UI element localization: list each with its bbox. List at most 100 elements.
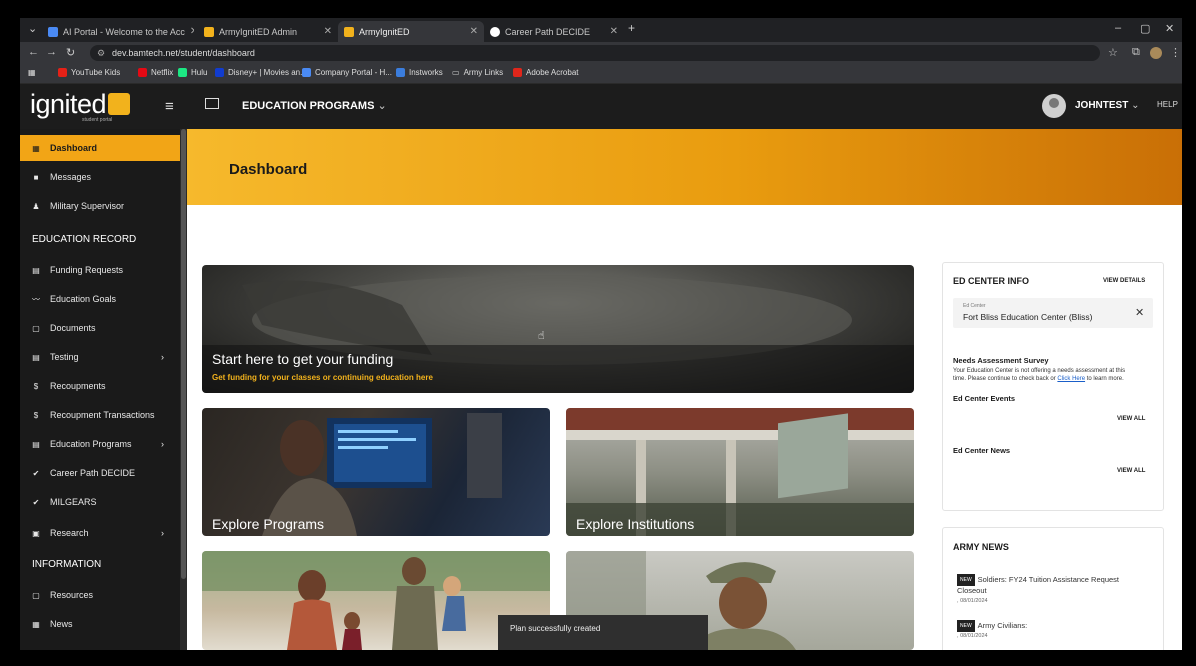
ignited-logo[interactable]: ignited [30,89,131,120]
tab-close-icon[interactable]: ✕ [470,26,478,37]
bookmark-youtube-kids[interactable]: YouTube Kids [58,68,120,77]
explore-programs-card[interactable]: Explore Programs [202,408,550,536]
url-input[interactable]: ⚙ dev.bamtech.net/student/dashboard [90,45,1100,61]
sidebar-item-testing[interactable]: ▤ Testing › [20,344,180,370]
news-view-all-link[interactable]: VIEW ALL [1117,468,1145,474]
sidebar-item-dashboard[interactable]: ▦ Dashboard [20,135,180,161]
needs-assessment-text-1: Your Education Center is not offering a … [953,368,1126,374]
new-tab-button[interactable]: + [628,21,635,35]
bookmark-adobe-acrobat[interactable]: Adobe Acrobat [513,68,578,77]
ed-center-info-panel: ED CENTER INFO VIEW DETAILS Ed Center Fo… [942,262,1164,511]
browser-tab-career-path[interactable]: Career Path DECIDE ✕ [484,21,624,42]
click-here-link[interactable]: Click Here [1057,376,1085,382]
instworks-icon [396,68,405,77]
bookmark-instworks[interactable]: Instworks [396,68,443,77]
needs-assessment-heading: Needs Assessment Survey [953,356,1049,365]
browser-window: ⌄ AI Portal - Welcome to the Acc ✕ ArmyI… [20,18,1182,650]
page-banner: Dashboard [187,129,1182,205]
profile-avatar-icon[interactable] [1150,47,1162,59]
sidebar-item-resources[interactable]: ▢ Resources [20,582,180,608]
bookmark-hulu[interactable]: Hulu [178,68,207,77]
browser-tab-ai-portal[interactable]: AI Portal - Welcome to the Acc ✕ [42,21,194,42]
disney-icon [215,68,224,77]
close-window-icon[interactable]: ✕ [1165,22,1174,35]
bookmark-army-links[interactable]: ▭ Army Links [452,68,503,77]
adobe-acrobat-icon [513,68,522,77]
sidebar-item-documents[interactable]: ▢ Documents [20,315,180,341]
user-avatar[interactable] [1042,94,1066,118]
sidebar-item-recoupments[interactable]: $ Recoupments [20,373,180,399]
explore-institutions-card[interactable]: Explore Institutions [566,408,914,536]
sidebar-item-military-supervisor[interactable]: ♟ Military Supervisor [20,193,180,219]
browser-tab-armyignited[interactable]: ArmyIgnitED ✕ [338,21,484,42]
news-item[interactable]: NEW Army Civilians: [957,620,1027,632]
tab-label: ArmyIgnitED Admin [219,26,298,37]
sidebar-item-news[interactable]: ▦ News [20,611,180,637]
resources-icon: ▢ [32,590,40,600]
sidebar-item-funding-requests[interactable]: ▤ Funding Requests [20,257,180,283]
maximize-icon[interactable]: ▢ [1140,22,1150,35]
sidebar: ▦ Dashboard ■ Messages ♟ Military Superviso… [20,129,180,650]
bookmark-star-icon[interactable]: ☆ [1108,46,1118,59]
checkmark-icon: ✔ [32,468,40,478]
chevron-down-icon: ⌄ [377,100,387,112]
bookmark-netflix[interactable]: Netflix [138,68,173,77]
funding-hero-card[interactable]: Start here to get your funding Get fundi… [202,265,914,393]
events-view-all-link[interactable]: VIEW ALL [1117,416,1145,422]
reload-icon[interactable]: ↻ [66,46,75,59]
tab-favicon-icon [48,26,58,37]
toast-notification: Plan successfully created [498,615,708,650]
research-icon: ▣ [32,528,40,538]
user-menu[interactable]: JOHNTEST ⌄ [1075,100,1140,111]
envelope-icon[interactable] [205,98,219,109]
sidebar-item-career-path-decide[interactable]: ✔ Career Path DECIDE [20,460,180,486]
browser-tab-admin[interactable]: ArmyIgnitED Admin ✕ [198,21,338,42]
people-icon: ♟ [32,201,40,211]
view-details-link[interactable]: VIEW DETAILS [1103,278,1145,284]
sidebar-scrollbar[interactable] [180,129,187,650]
extensions-icon[interactable]: ⧉ [1132,46,1140,59]
back-icon[interactable]: ← [28,46,39,58]
sidebar-item-education-goals[interactable]: 〰 Education Goals [20,286,180,312]
tab-close-icon[interactable]: ✕ [324,26,332,37]
education-programs-menu[interactable]: EDUCATION PROGRAMS ⌄ [242,99,387,112]
document-icon: ▢ [32,323,40,333]
chevron-right-icon: › [161,528,164,538]
messages-icon: ■ [33,172,39,182]
chevron-down-icon: ⌄ [1131,100,1140,111]
sidebar-item-research[interactable]: ▣ Research › [20,520,180,546]
forward-icon[interactable]: → [46,46,57,58]
sidebar-item-milgears[interactable]: ✔ MILGEARS [20,489,180,515]
army-news-heading: ARMY NEWS [953,542,1009,552]
news-item[interactable]: NEW Soldiers: FY24 Tuition Assistance Req… [957,574,1157,596]
netflix-icon [138,68,147,77]
bookmark-disney[interactable]: Disney+ | Movies an... [215,68,307,77]
new-badge: NEW [957,574,975,586]
browser-menu-icon[interactable]: ⋮ [1170,46,1181,59]
sidebar-item-recoupment-transactions[interactable]: $ Recoupment Transactions [20,402,180,428]
sidebar-item-education-programs[interactable]: ▤ Education Programs › [20,431,180,457]
ed-center-select[interactable]: Ed Center Fort Bliss Education Center (B… [953,298,1153,328]
sidebar-item-messages[interactable]: ■ Messages [20,164,180,190]
bookmark-company-portal[interactable]: Company Portal - H... [302,68,392,77]
needs-assessment-text-2: time. Please continue to check back or C… [953,376,1124,382]
company-portal-icon [302,68,311,77]
tab-close-icon[interactable]: ✕ [610,26,618,37]
ed-center-field-value: Fort Bliss Education Center (Bliss) [963,312,1093,322]
testing-icon: ▤ [32,352,40,362]
help-link[interactable]: HELP [1157,100,1178,109]
mouse-cursor-icon: ☝ [538,330,545,342]
scrollbar-thumb[interactable] [181,129,186,579]
apps-grid-icon[interactable]: ▦ [28,68,36,77]
clear-ed-center-icon[interactable]: ✕ [1135,306,1144,319]
news-item-date: , 08/01/2024 [957,633,988,639]
tab-close-icon[interactable]: ✕ [190,26,194,37]
explore-institutions-title: Explore Institutions [576,516,695,532]
site-info-icon[interactable]: ⚙ [97,45,105,61]
tab-search-icon[interactable]: ⌄ [28,22,37,35]
minimize-icon[interactable]: – [1115,22,1121,34]
page-title: Dashboard [229,161,308,178]
address-bar-row: ← → ↻ ⚙ dev.bamtech.net/student/dashboar… [20,42,1182,64]
programs-icon: ▤ [32,439,40,449]
hamburger-menu-icon[interactable]: ≡ [165,98,174,115]
